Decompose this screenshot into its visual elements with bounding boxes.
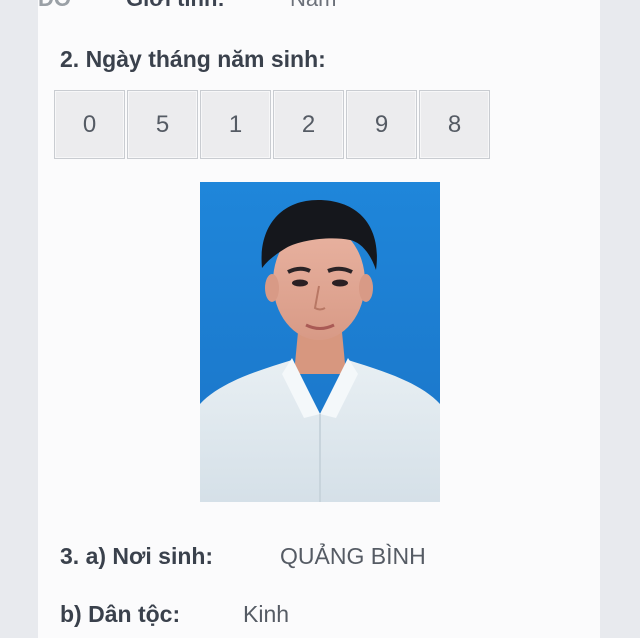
gender-label: Giới tính: bbox=[126, 0, 225, 12]
dob-digit-box: 2 bbox=[273, 90, 344, 159]
dob-digit-box: 8 bbox=[419, 90, 490, 159]
dob-digit-box: 1 bbox=[200, 90, 271, 159]
portrait-photo-image bbox=[200, 182, 440, 502]
dob-digit-boxes: 0 5 1 2 9 8 bbox=[54, 90, 492, 160]
dob-digit-box: 5 bbox=[127, 90, 198, 159]
previous-row-fragment: DÒ bbox=[38, 0, 71, 12]
birthplace-label: 3. a) Nơi sinh: bbox=[60, 543, 214, 569]
dob-digit-box: 0 bbox=[54, 90, 125, 159]
portrait-photo bbox=[200, 182, 440, 502]
ethnicity-label: b) Dân tộc: bbox=[60, 601, 181, 627]
gender-value: Nam bbox=[290, 0, 336, 12]
ethnicity-value: Kinh bbox=[243, 601, 290, 627]
previous-row-partial: DÒ Giới tính: Nam bbox=[38, 0, 600, 11]
dob-digit-box: 9 bbox=[346, 90, 417, 159]
dob-label: 2. Ngày tháng năm sinh: bbox=[60, 46, 326, 72]
birthplace-value: QUẢNG BÌNH bbox=[280, 543, 426, 569]
form-page: DÒ Giới tính: Nam 2. Ngày tháng năm sinh… bbox=[38, 0, 600, 638]
